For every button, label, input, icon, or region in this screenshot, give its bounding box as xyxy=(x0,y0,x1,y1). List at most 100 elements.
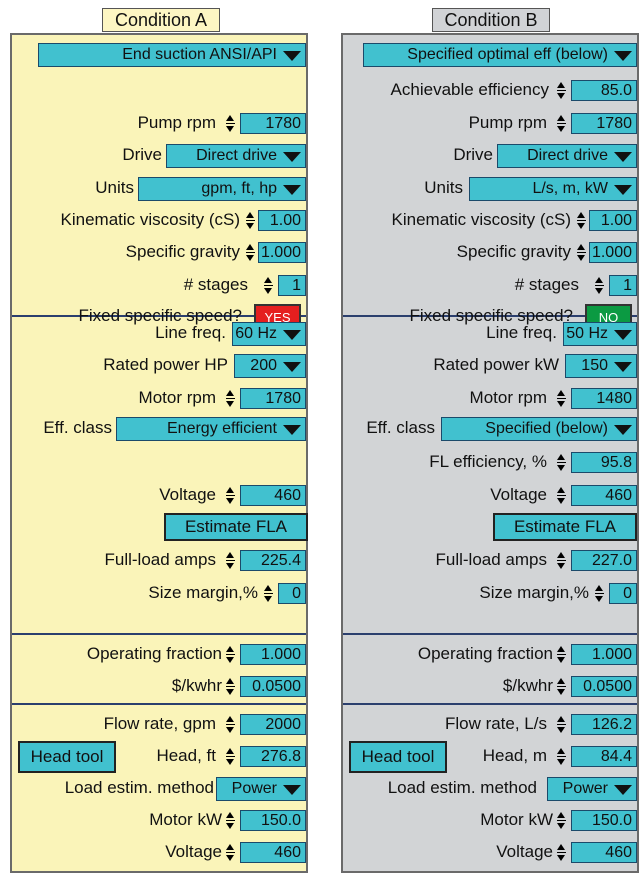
motor-kw-input[interactable]: 150.0 xyxy=(240,810,306,831)
motor-kw-spinner[interactable] xyxy=(226,810,235,831)
specific-gravity-input[interactable]: 1.000 xyxy=(258,242,306,263)
line-freq-dropdown[interactable]: 50 Hz xyxy=(563,322,637,346)
motor-rpm-input[interactable]: 1780 xyxy=(240,388,306,409)
units-dropdown[interactable]: L/s, m, kW xyxy=(469,177,637,201)
chevron-down-icon xyxy=(283,362,301,372)
pump-type-dropdown[interactable]: End suction ANSI/API xyxy=(38,43,306,67)
motor-kw-spinner[interactable] xyxy=(557,810,566,831)
rated-power-dropdown[interactable]: 150 xyxy=(565,354,637,378)
pump-rpm-input[interactable]: 1780 xyxy=(240,113,306,134)
chevron-down-icon xyxy=(614,51,632,61)
load-method-value: Power xyxy=(562,780,608,797)
eff-class-dropdown[interactable]: Energy efficient xyxy=(116,417,306,441)
operating-fraction-input[interactable]: 1.000 xyxy=(571,644,637,665)
size-margin-spinner[interactable] xyxy=(595,583,604,604)
eff-class-dropdown[interactable]: Specified (below) xyxy=(441,417,637,441)
voltage2-spinner[interactable] xyxy=(557,842,566,863)
size-margin-label: Size margin,% xyxy=(479,583,589,602)
specific-gravity-spinner[interactable] xyxy=(246,242,255,263)
drive-dropdown[interactable]: Direct drive xyxy=(166,144,306,168)
head-spinner[interactable] xyxy=(226,746,235,767)
head-tool-button[interactable]: Head tool xyxy=(349,741,447,773)
kwhr-label: $/kwhr xyxy=(171,676,222,695)
units-dropdown[interactable]: gpm, ft, hp xyxy=(138,177,306,201)
specific-gravity-spinner[interactable] xyxy=(577,242,586,263)
fl-efficiency-input[interactable]: 95.8 xyxy=(571,452,637,473)
kwhr-input[interactable]: 0.0500 xyxy=(240,676,306,697)
line-freq-value: 50 Hz xyxy=(566,325,608,342)
full-load-amps-input[interactable]: 227.0 xyxy=(571,550,637,571)
full-load-amps-label: Full-load amps xyxy=(435,550,548,569)
units-label: Units xyxy=(95,178,134,197)
stages-input[interactable]: 1 xyxy=(278,275,306,296)
voltage-input[interactable]: 460 xyxy=(240,485,306,506)
achievable-efficiency-spinner[interactable] xyxy=(557,80,566,101)
flow-rate-input[interactable]: 126.2 xyxy=(571,714,637,735)
load-method-dropdown[interactable]: Power xyxy=(547,777,637,801)
head-spinner[interactable] xyxy=(557,746,566,767)
operating-fraction-spinner[interactable] xyxy=(557,644,566,665)
viscosity-spinner[interactable] xyxy=(246,210,255,231)
full-load-amps-input[interactable]: 225.4 xyxy=(240,550,306,571)
voltage-spinner[interactable] xyxy=(226,485,235,506)
drive-value: Direct drive xyxy=(196,147,277,164)
motor-rpm-label: Motor rpm xyxy=(138,388,216,407)
voltage-spinner[interactable] xyxy=(557,485,566,506)
rated-power-dropdown[interactable]: 200 xyxy=(234,354,306,378)
estimate-fla-button[interactable]: Estimate FLA xyxy=(164,513,308,541)
specific-gravity-input[interactable]: 1.000 xyxy=(589,242,637,263)
kwhr-input[interactable]: 0.0500 xyxy=(571,676,637,697)
drive-dropdown[interactable]: Direct drive xyxy=(497,144,637,168)
units-value: L/s, m, kW xyxy=(532,180,608,197)
kwhr-spinner[interactable] xyxy=(557,676,566,697)
size-margin-input[interactable]: 0 xyxy=(609,583,637,604)
pump-rpm-spinner[interactable] xyxy=(226,113,235,134)
viscosity-input[interactable]: 1.00 xyxy=(589,210,637,231)
estimate-fla-button[interactable]: Estimate FLA xyxy=(493,513,637,541)
fl-efficiency-spinner[interactable] xyxy=(557,452,566,473)
flow-rate-input[interactable]: 2000 xyxy=(240,714,306,735)
pump-rpm-spinner[interactable] xyxy=(557,113,566,134)
condition-a-panel: End suction ANSI/API Pump rpm 1780 Drive… xyxy=(10,33,308,873)
voltage2-input[interactable]: 460 xyxy=(571,842,637,863)
pump-rpm-label: Pump rpm xyxy=(468,113,547,132)
chevron-down-icon xyxy=(614,425,632,435)
pump-rpm-input[interactable]: 1780 xyxy=(571,113,637,134)
voltage2-spinner[interactable] xyxy=(226,842,235,863)
fl-efficiency-label: FL efficiency, % xyxy=(429,452,547,471)
motor-rpm-spinner[interactable] xyxy=(557,388,566,409)
motor-kw-input[interactable]: 150.0 xyxy=(571,810,637,831)
head-input[interactable]: 84.4 xyxy=(571,746,637,767)
eff-class-label: Eff. class xyxy=(366,418,435,437)
chevron-down-icon xyxy=(614,362,632,372)
stages-spinner[interactable] xyxy=(595,275,604,296)
line-freq-dropdown[interactable]: 60 Hz xyxy=(232,322,306,346)
pump-type-dropdown[interactable]: Specified optimal eff (below) xyxy=(363,43,637,67)
head-tool-button[interactable]: Head tool xyxy=(18,741,116,773)
eff-class-value: Energy efficient xyxy=(167,420,277,437)
operating-fraction-spinner[interactable] xyxy=(226,644,235,665)
full-load-amps-spinner[interactable] xyxy=(557,550,566,571)
rated-power-value: 150 xyxy=(581,357,608,374)
flow-rate-spinner[interactable] xyxy=(226,714,235,735)
motor-rpm-spinner[interactable] xyxy=(226,388,235,409)
load-method-label: Load estim. method xyxy=(387,778,537,797)
full-load-amps-spinner[interactable] xyxy=(226,550,235,571)
size-margin-input[interactable]: 0 xyxy=(278,583,306,604)
head-input[interactable]: 276.8 xyxy=(240,746,306,767)
stages-input[interactable]: 1 xyxy=(609,275,637,296)
drive-label: Drive xyxy=(453,145,493,164)
flow-rate-spinner[interactable] xyxy=(557,714,566,735)
motor-rpm-input[interactable]: 1480 xyxy=(571,388,637,409)
size-margin-spinner[interactable] xyxy=(264,583,273,604)
operating-fraction-input[interactable]: 1.000 xyxy=(240,644,306,665)
viscosity-spinner[interactable] xyxy=(577,210,586,231)
achievable-efficiency-input[interactable]: 85.0 xyxy=(571,80,637,101)
stages-spinner[interactable] xyxy=(264,275,273,296)
units-label: Units xyxy=(424,178,463,197)
kwhr-spinner[interactable] xyxy=(226,676,235,697)
load-method-dropdown[interactable]: Power xyxy=(216,777,306,801)
viscosity-input[interactable]: 1.00 xyxy=(258,210,306,231)
voltage-input[interactable]: 460 xyxy=(571,485,637,506)
voltage2-input[interactable]: 460 xyxy=(240,842,306,863)
